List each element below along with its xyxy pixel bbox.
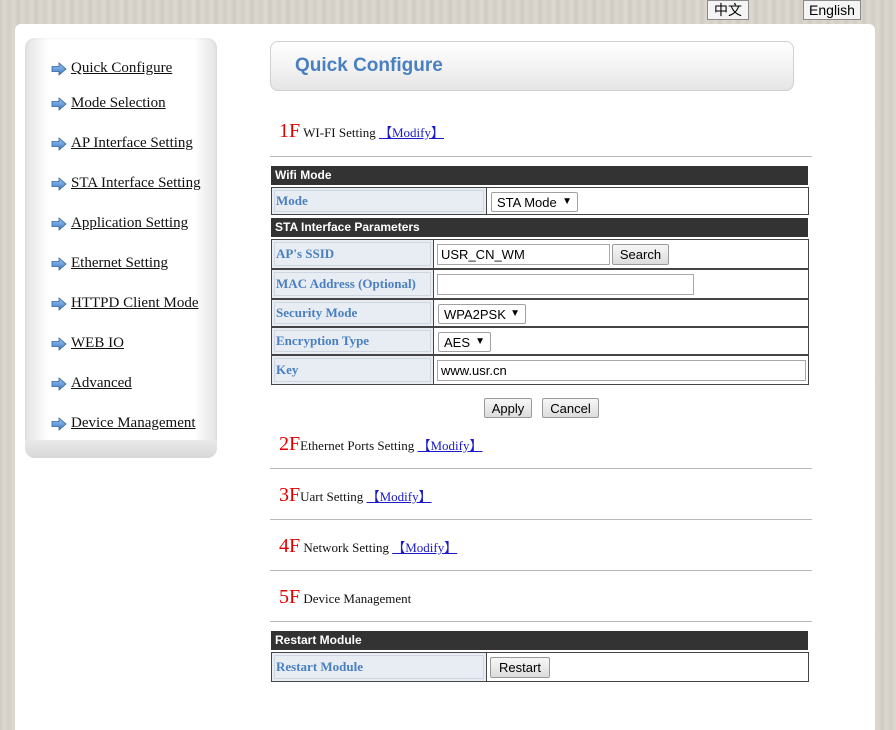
right-arrow-icon bbox=[51, 96, 67, 111]
sidebar-item-application-setting[interactable]: Application Setting bbox=[51, 215, 188, 232]
restart-button[interactable]: Restart bbox=[490, 657, 550, 678]
encryption-type-select[interactable]: AES ▼ bbox=[438, 332, 491, 352]
section-number: 3F bbox=[279, 484, 301, 506]
sidebar-footer bbox=[25, 440, 217, 458]
mode-select-value: STA Mode bbox=[497, 194, 557, 210]
wifi-mode-header: Wifi Mode bbox=[271, 166, 808, 185]
ssid-label-text: AP's SSID bbox=[276, 246, 335, 261]
sidebar-item-sta-interface-setting[interactable]: STA Interface Setting bbox=[51, 175, 201, 192]
divider bbox=[270, 570, 812, 571]
encryption-row: Encryption Type AES ▼ bbox=[271, 327, 809, 355]
right-arrow-icon bbox=[51, 216, 67, 231]
modify-network-link[interactable]: 【Modify】 bbox=[392, 540, 457, 555]
section-label: WI-FI Setting bbox=[303, 125, 376, 140]
mode-label-text: Mode bbox=[276, 193, 308, 208]
sidebar-item-advanced[interactable]: Advanced bbox=[51, 375, 132, 392]
mode-label: Mode bbox=[272, 188, 487, 214]
section-uart-setting: 3FUart Setting 【Modify】 bbox=[279, 484, 432, 507]
mac-row: MAC Address (Optional) bbox=[271, 269, 809, 299]
sidebar-item-httpd-client-mode[interactable]: HTTPD Client Mode bbox=[51, 295, 199, 312]
mode-row: Mode STA Mode ▼ bbox=[271, 187, 809, 215]
security-row: Security Mode WPA2PSK ▼ bbox=[271, 299, 809, 327]
right-arrow-icon bbox=[51, 336, 67, 351]
ssid-label: AP's SSID bbox=[272, 240, 434, 268]
right-arrow-icon bbox=[51, 136, 67, 151]
ssid-row: AP's SSID USR_CN_WM Search bbox=[271, 239, 809, 269]
sidebar-item-mode-selection[interactable]: Mode Selection bbox=[51, 95, 166, 112]
section-device-management: 5F Device Management bbox=[279, 586, 411, 609]
modify-wifi-link[interactable]: 【Modify】 bbox=[379, 125, 444, 140]
mode-select[interactable]: STA Mode ▼ bbox=[491, 192, 578, 212]
sidebar-item-label: Ethernet Setting bbox=[71, 255, 169, 271]
right-arrow-icon bbox=[51, 416, 67, 431]
cancel-button[interactable]: Cancel bbox=[542, 398, 599, 418]
mac-label: MAC Address (Optional) bbox=[272, 270, 434, 298]
security-label-text: Security Mode bbox=[276, 305, 358, 320]
divider bbox=[270, 621, 812, 622]
modify-ethernet-link[interactable]: 【Modify】 bbox=[417, 438, 482, 453]
sidebar-item-label: AP Interface Setting bbox=[71, 135, 193, 151]
right-arrow-icon bbox=[51, 376, 67, 391]
right-arrow-icon bbox=[51, 256, 67, 271]
sta-parameters-header: STA Interface Parameters bbox=[271, 218, 808, 237]
sidebar-item-label: Device Management bbox=[71, 415, 196, 431]
divider bbox=[270, 519, 812, 520]
divider bbox=[270, 468, 812, 469]
page-title-box: Quick Configure bbox=[270, 41, 794, 91]
restart-label-text: Restart Module bbox=[276, 659, 364, 674]
sidebar-item-web-io[interactable]: WEB IO bbox=[51, 335, 124, 352]
caret-down-icon: ▼ bbox=[510, 308, 520, 319]
sidebar-item-ap-interface-setting[interactable]: AP Interface Setting bbox=[51, 135, 193, 152]
section-number: 1F bbox=[279, 120, 301, 142]
mac-label-text: MAC Address (Optional) bbox=[276, 276, 416, 291]
key-input[interactable]: www.usr.cn bbox=[437, 360, 806, 381]
english-language-button[interactable]: English bbox=[803, 0, 861, 20]
sidebar-item-label: Application Setting bbox=[71, 215, 189, 231]
restart-module-header: Restart Module bbox=[271, 631, 808, 650]
caret-down-icon: ▼ bbox=[562, 196, 572, 207]
caret-down-icon: ▼ bbox=[475, 336, 485, 347]
ssid-input[interactable]: USR_CN_WM bbox=[437, 244, 610, 265]
right-arrow-icon bbox=[51, 296, 67, 311]
encryption-label: Encryption Type bbox=[272, 328, 434, 354]
section-number: 4F bbox=[279, 535, 301, 557]
section-label: Ethernet Ports Setting bbox=[300, 438, 415, 453]
sidebar-item-label: Mode Selection bbox=[71, 95, 166, 111]
modify-uart-link[interactable]: 【Modify】 bbox=[367, 489, 432, 504]
apply-button[interactable]: Apply bbox=[484, 398, 532, 418]
section-wifi-setting: 1F WI-FI Setting 【Modify】 bbox=[279, 120, 444, 143]
section-ethernet-ports: 2FEthernet Ports Setting 【Modify】 bbox=[279, 433, 483, 456]
section-number: 5F bbox=[279, 586, 301, 608]
section-label: Uart Setting bbox=[300, 489, 364, 504]
section-label: Device Management bbox=[303, 591, 412, 606]
sidebar-item-label: STA Interface Setting bbox=[71, 175, 201, 191]
section-network-setting: 4F Network Setting 【Modify】 bbox=[279, 535, 457, 558]
encryption-label-text: Encryption Type bbox=[276, 333, 370, 348]
mac-address-input[interactable] bbox=[437, 274, 694, 295]
key-label-text: Key bbox=[276, 362, 299, 377]
sidebar-item-quick-configure[interactable]: Quick Configure bbox=[51, 60, 172, 77]
sidebar-item-ethernet-setting[interactable]: Ethernet Setting bbox=[51, 255, 168, 272]
divider bbox=[270, 156, 812, 157]
restart-row: Restart Module Restart bbox=[271, 652, 809, 682]
sidebar-item-device-management[interactable]: Device Management bbox=[51, 415, 196, 432]
page-title: Quick Configure bbox=[295, 55, 443, 76]
section-label: Network Setting bbox=[303, 540, 389, 555]
key-label: Key bbox=[272, 356, 434, 384]
sidebar-item-label: HTTPD Client Mode bbox=[71, 295, 199, 311]
encryption-select-value: AES bbox=[444, 334, 471, 350]
sidebar-item-label: Quick Configure bbox=[71, 60, 173, 76]
key-row: Key www.usr.cn bbox=[271, 355, 809, 385]
section-number: 2F bbox=[279, 433, 301, 455]
right-arrow-icon bbox=[51, 176, 67, 191]
security-label: Security Mode bbox=[272, 300, 434, 326]
sidebar-item-label: WEB IO bbox=[71, 335, 124, 351]
chinese-language-button[interactable]: 中文 bbox=[707, 0, 749, 20]
search-button[interactable]: Search bbox=[612, 244, 669, 265]
sidebar-item-label: Advanced bbox=[71, 375, 132, 391]
security-mode-select[interactable]: WPA2PSK ▼ bbox=[438, 304, 526, 324]
right-arrow-icon bbox=[51, 61, 67, 76]
security-select-value: WPA2PSK bbox=[444, 306, 506, 322]
restart-label: Restart Module bbox=[272, 653, 487, 681]
